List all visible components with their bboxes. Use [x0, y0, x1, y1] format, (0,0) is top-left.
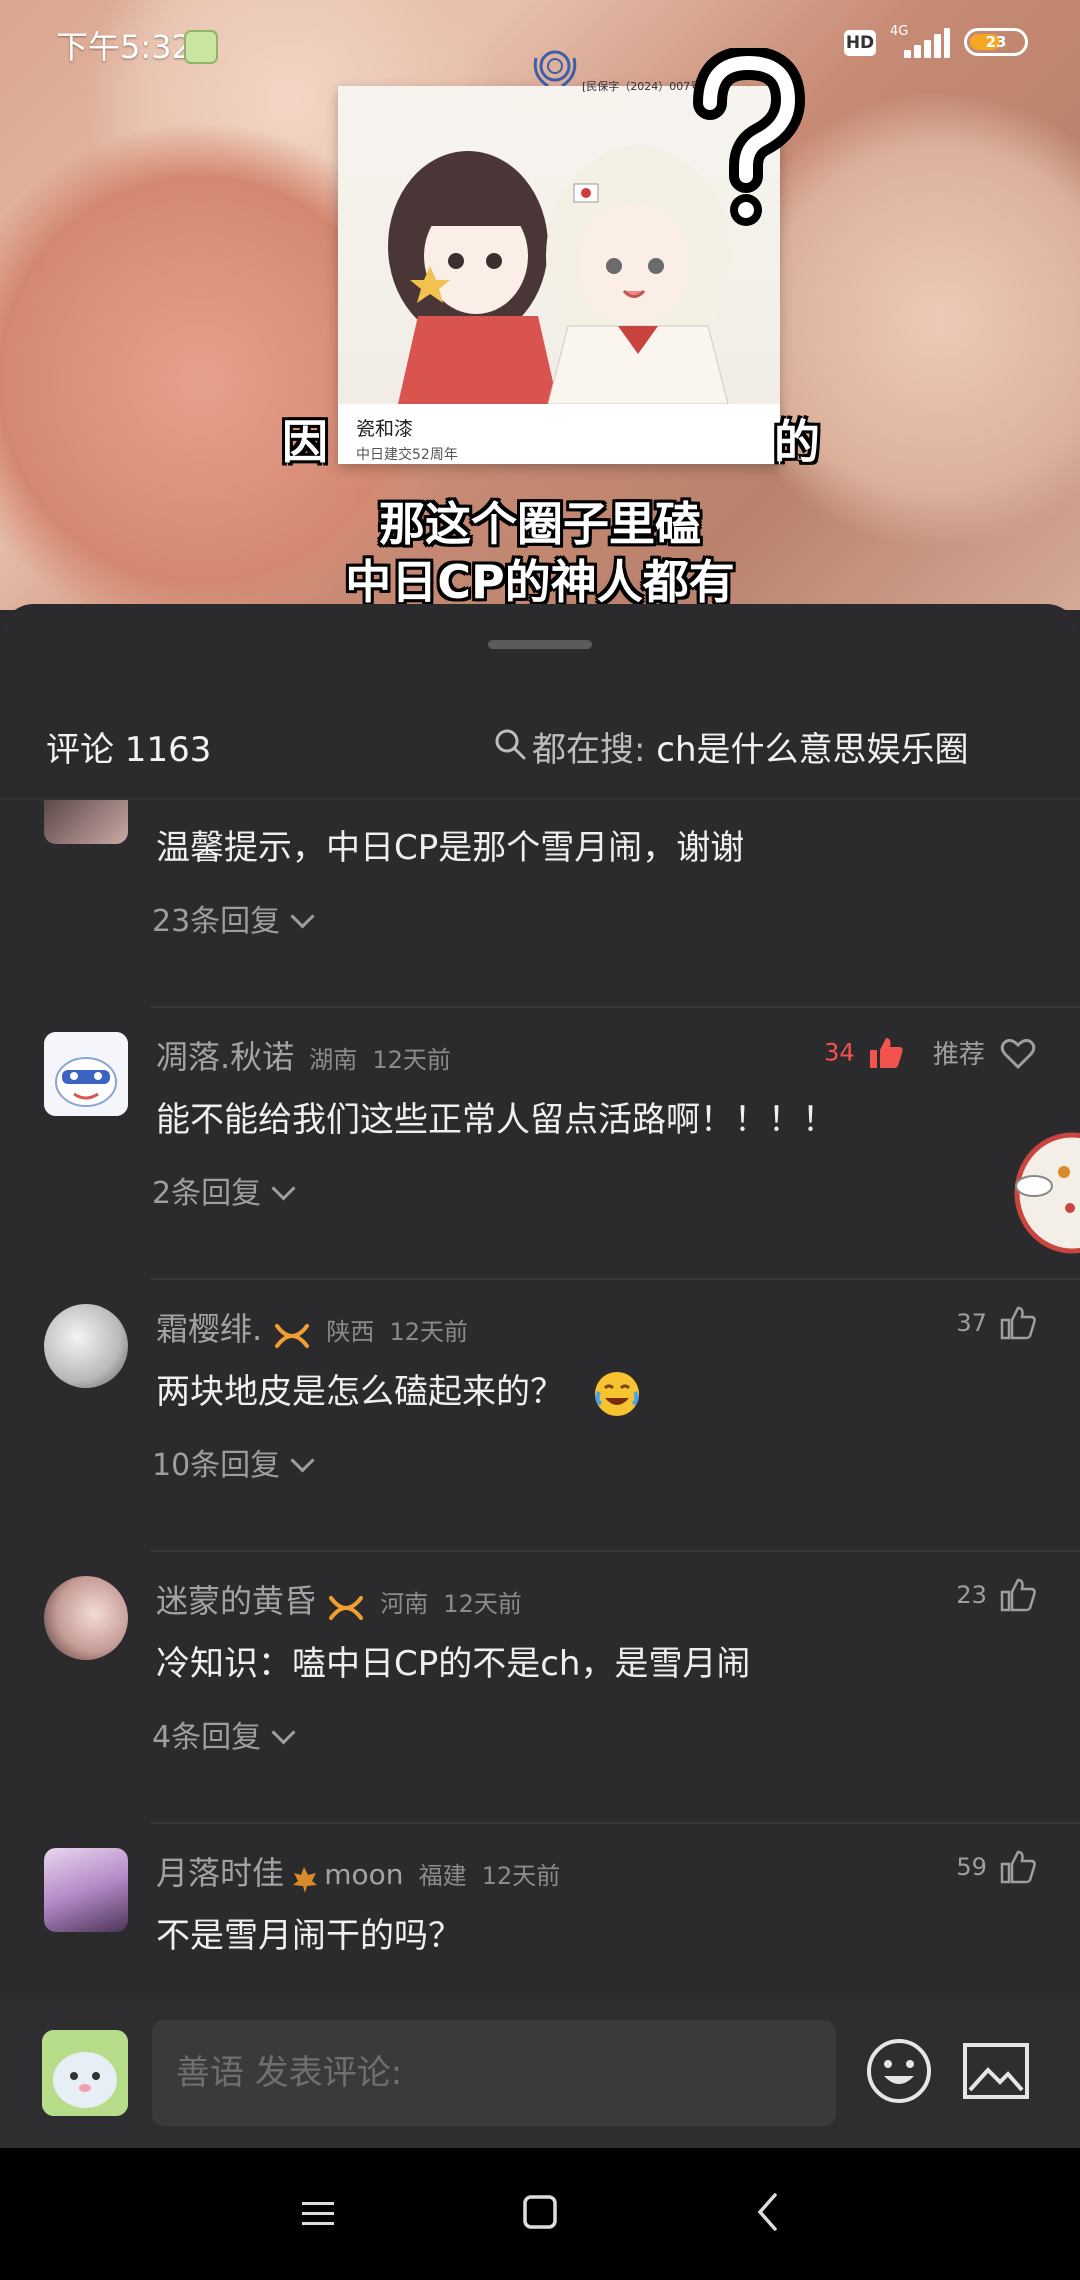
drag-handle[interactable]	[488, 640, 592, 649]
timestamp: 12天前	[389, 1318, 469, 1346]
vip-badge-icon	[275, 1323, 310, 1348]
hd-icon: HD	[844, 30, 876, 56]
card-subtitle: 中日建交52周年	[356, 447, 458, 463]
replies-count: 4条回复	[152, 1720, 262, 1755]
location: 湖南	[309, 1046, 358, 1074]
avatar[interactable]	[44, 1304, 128, 1388]
battery-level: 23	[985, 33, 1007, 51]
thumbs-up-icon[interactable]	[1000, 1850, 1036, 1884]
timestamp: 12天前	[443, 1590, 522, 1618]
like-area: 23	[956, 1578, 1036, 1618]
vip-badge-icon	[329, 1595, 364, 1620]
like-area: 37	[956, 1306, 1036, 1346]
chevron-down-icon	[271, 1720, 296, 1745]
thumbs-up-filled-icon[interactable]	[868, 1036, 904, 1070]
avatar[interactable]	[44, 1848, 128, 1932]
maple-leaf-icon	[293, 1866, 318, 1893]
comment-item: 霜樱绯. 陕西 12天前 37 两块地皮是怎么磕起来的？ 10条回复	[0, 1280, 1080, 1552]
comment-item: 月落时佳 moon 福建 12天前 59 不是雪月闹干的吗？	[0, 1824, 1080, 1996]
comment-text: 温馨提示，中日CP是那个雪月闹，谢谢	[156, 828, 745, 868]
replies-toggle[interactable]: 4条回复	[152, 1712, 296, 1756]
avatar[interactable]	[44, 800, 128, 844]
card-footer: 瓷和漆 中日建交52周年	[338, 404, 780, 464]
home-icon[interactable]	[522, 2194, 558, 2230]
timestamp: 12天前	[372, 1046, 451, 1074]
search-icon[interactable]	[494, 728, 526, 760]
location: 河南	[380, 1590, 429, 1618]
like-count: 23	[956, 1581, 987, 1609]
chevron-down-icon	[290, 904, 315, 929]
app-notification-icon	[184, 30, 218, 64]
comment-list: 温馨提示，中日CP是那个雪月闹，谢谢 23条回复 凋落.秋诺 湖南 12天前 3…	[0, 800, 1080, 1996]
status-time: 下午5:32	[56, 28, 192, 66]
thumbs-up-icon[interactable]	[1000, 1306, 1036, 1340]
replies-toggle[interactable]: 10条回复	[152, 1440, 315, 1484]
chevron-down-icon	[271, 1176, 296, 1201]
replies-count: 23条回复	[152, 904, 281, 939]
username-suffix: moon	[324, 1858, 404, 1891]
card-title: 瓷和漆	[356, 418, 414, 440]
battery-icon: 23	[964, 28, 1028, 56]
comment-item: 温馨提示，中日CP是那个雪月闹，谢谢 23条回复	[0, 800, 1080, 1008]
comment-header: 评论 1163 都在搜: ch是什么意思娱乐圈	[0, 684, 1080, 800]
search-prefix: 都在搜:	[532, 730, 646, 770]
image-icon[interactable]	[962, 2042, 1030, 2100]
username[interactable]: 凋落.秋诺	[156, 1038, 294, 1076]
comment-meta: 迷蒙的黄昏 河南 12天前	[156, 1576, 522, 1620]
like-area: 34 推荐	[824, 1034, 1036, 1074]
comment-text-content: 两块地皮是怎么磕起来的？	[156, 1372, 564, 1412]
username[interactable]: 霜樱绯.	[156, 1310, 262, 1348]
floating-mascot-icon[interactable]	[1012, 1128, 1080, 1258]
avatar[interactable]	[44, 1032, 128, 1116]
username[interactable]: 月落时佳	[156, 1854, 284, 1892]
replies-toggle[interactable]: 2条回复	[152, 1168, 296, 1212]
comment-text: 两块地皮是怎么磕起来的？	[156, 1364, 641, 1418]
like-count: 59	[956, 1853, 987, 1881]
recommend-label[interactable]: 推荐	[933, 1040, 985, 1070]
replies-toggle[interactable]: 23条回复	[152, 896, 315, 940]
comment-input-bar	[0, 1998, 1080, 2148]
question-mark-icon	[693, 48, 806, 226]
like-count: 34	[824, 1038, 855, 1067]
my-avatar[interactable]	[42, 2030, 128, 2116]
comment-count: 评论 1163	[46, 730, 212, 770]
heart-icon[interactable]	[1000, 1036, 1036, 1070]
comment-meta: 凋落.秋诺 湖南 12天前	[156, 1032, 451, 1076]
like-count: 37	[956, 1309, 987, 1337]
comment-sheet: 评论 1163 都在搜: ch是什么意思娱乐圈 温馨提示，中日CP是那个雪月闹，…	[0, 604, 1080, 2150]
comment-item: 迷蒙的黄昏 河南 12天前 23 冷知识：嗑中日CP的不是ch，是雪月闹 4条回…	[0, 1552, 1080, 1824]
comment-item: 凋落.秋诺 湖南 12天前 34 推荐 能不能给我们这些正常人留点活路啊！！！！…	[0, 1008, 1080, 1280]
comment-meta: 月落时佳 moon 福建 12天前	[156, 1848, 561, 1893]
back-icon[interactable]	[756, 2192, 778, 2232]
caption-line1-right: 的	[774, 415, 820, 469]
video-player[interactable]: 下午5:32 HD 4G 23 瓷和漆 中日建交52周年 [民保字（2024）0…	[0, 0, 1080, 610]
thumbs-up-icon[interactable]	[1000, 1578, 1036, 1612]
laughing-crying-emoji-icon	[594, 1371, 639, 1416]
comment-text: 不是雪月闹干的吗？	[156, 1916, 462, 1956]
location: 福建	[418, 1862, 467, 1890]
system-nav-bar	[0, 2148, 1080, 2280]
un-emblem-icon	[533, 50, 577, 88]
search-suggestion[interactable]: 都在搜: ch是什么意思娱乐圈	[532, 722, 969, 771]
comment-meta: 霜樱绯. 陕西 12天前	[156, 1304, 469, 1348]
replies-count: 10条回复	[152, 1448, 281, 1483]
recent-apps-icon[interactable]	[300, 2198, 336, 2230]
search-query: ch是什么意思娱乐圈	[656, 730, 969, 770]
avatar[interactable]	[44, 1576, 128, 1660]
comment-text: 冷知识：嗑中日CP的不是ch，是雪月闹	[156, 1644, 751, 1684]
replies-count: 2条回复	[152, 1176, 262, 1211]
caption-line1-left: 因	[282, 415, 328, 469]
timestamp: 12天前	[481, 1862, 561, 1890]
like-area: 59	[956, 1850, 1036, 1890]
caption-line3: 中日CP的神人都有	[345, 555, 735, 609]
chevron-down-icon	[290, 1448, 315, 1473]
emoji-icon[interactable]	[864, 2036, 934, 2106]
location: 陕西	[326, 1318, 375, 1346]
caption-line2: 那这个圈子里磕	[379, 497, 701, 551]
username[interactable]: 迷蒙的黄昏	[156, 1582, 316, 1620]
comment-input[interactable]	[152, 2020, 836, 2126]
signal-icon	[904, 28, 950, 58]
comment-text: 能不能给我们这些正常人留点活路啊！！！！	[156, 1100, 836, 1140]
